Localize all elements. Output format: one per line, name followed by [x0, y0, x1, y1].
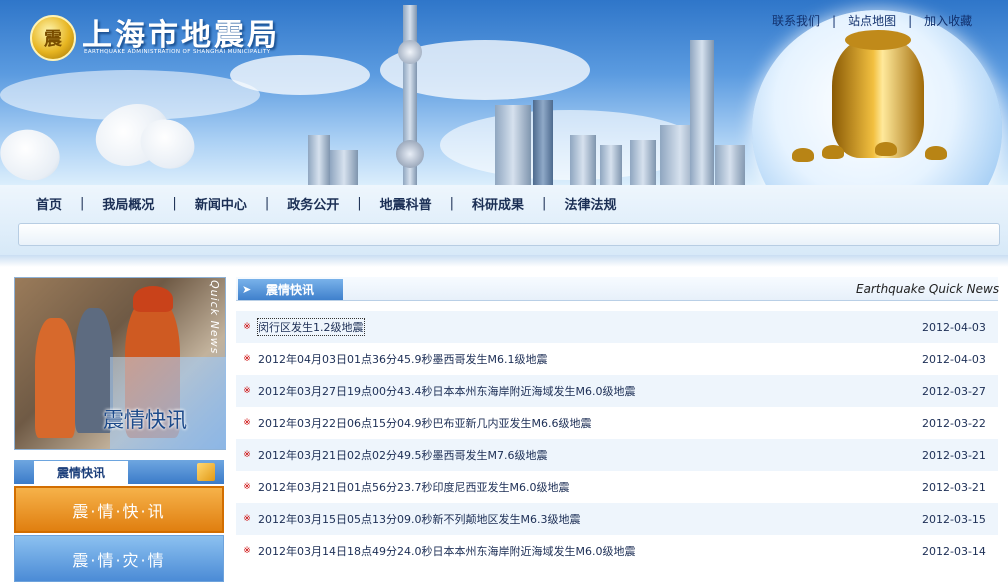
bullet-icon: ※: [243, 482, 251, 492]
rescuer-figure: [35, 318, 75, 438]
site-subtitle: EARTHQUAKE ADMINISTRATION OF SHANGHAI MU…: [84, 49, 271, 55]
nav-item-government[interactable]: 政务公开: [281, 194, 345, 213]
sidebar-tab-quick-news[interactable]: 震情快讯: [34, 461, 128, 484]
emblem-logo[interactable]: 震: [30, 15, 76, 61]
news-date: 2012-03-14: [922, 544, 986, 558]
add-favorite-link[interactable]: 加入收藏: [924, 12, 972, 29]
bullet-icon: ※: [243, 450, 251, 460]
list-item: ※ 2012年03月21日01点56分23.7秒印度尼西亚发生M6.0级地震 2…: [236, 471, 998, 503]
image-overlay: [110, 357, 226, 449]
news-date: 2012-03-21: [922, 480, 986, 494]
arrow-icon: ➤: [242, 283, 252, 296]
list-item: ※ 闵行区发生1.2级地震 2012-04-03: [236, 311, 998, 343]
nav-item-home[interactable]: 首页: [30, 194, 68, 213]
separator: |: [357, 196, 362, 211]
news-date: 2012-04-03: [922, 352, 986, 366]
news-header-label: 震情快讯: [266, 283, 315, 297]
nav-item-about[interactable]: 我局概况: [96, 194, 160, 213]
building: [308, 135, 330, 185]
building: [715, 145, 745, 185]
news-date: 2012-04-03: [922, 320, 986, 334]
emblem-glyph: 震: [44, 29, 62, 50]
nav-item-research[interactable]: 科研成果: [466, 194, 530, 213]
bullet-icon: ※: [243, 514, 251, 524]
bullet-icon: ※: [243, 354, 251, 364]
nav-item-law[interactable]: 法律法规: [558, 194, 622, 213]
news-title-link[interactable]: 2012年03月22日06点15分04.9秒巴布亚新几内亚发生M6.6级地震: [258, 415, 922, 431]
news-header-english: Earthquake Quick News: [856, 282, 1000, 296]
news-title-link[interactable]: 2012年03月27日19点00分43.4秒日本本州东海岸附近海域发生M6.0级…: [258, 383, 922, 399]
building: [495, 105, 531, 185]
seismoscope-lid: [845, 30, 911, 50]
toad-figure: [925, 146, 947, 160]
news-title-link[interactable]: 2012年04月03日01点36分45.9秒墨西哥发生M6.1级地震: [258, 351, 922, 367]
news-date: 2012-03-15: [922, 512, 986, 526]
disaster-info-button[interactable]: 震·情·灾·情: [14, 535, 224, 582]
header-divider: [0, 255, 1008, 267]
top-links: 联系我们 | 站点地图 | 加入收藏: [772, 12, 972, 29]
building: [533, 100, 553, 185]
quick-news-vertical-text: Quick News: [208, 280, 221, 355]
nav-item-news[interactable]: 新闻中心: [189, 194, 253, 213]
quick-news-caption: 震情快讯: [103, 408, 187, 432]
separator: |: [172, 196, 177, 211]
site-title: 上海市地震局: [82, 18, 280, 53]
toad-figure: [792, 148, 814, 162]
list-item: ※ 2012年03月27日19点00分43.4秒日本本州东海岸附近海域发生M6.…: [236, 375, 998, 407]
building: [630, 140, 656, 185]
sub-nav-bar: [18, 223, 1000, 246]
list-item: ※ 2012年03月14日18点49分24.0秒日本本州东海岸附近海域发生M6.…: [236, 535, 998, 567]
news-date: 2012-03-21: [922, 448, 986, 462]
building: [330, 150, 358, 185]
bullet-icon: ※: [243, 418, 251, 428]
main-nav: 首页 | 我局概况 | 新闻中心 | 政务公开 | 地震科普 | 科研成果 | …: [30, 194, 622, 213]
separator: |: [264, 196, 270, 211]
toad-figure: [875, 142, 897, 156]
news-title-link[interactable]: 闵行区发生1.2级地震: [257, 318, 365, 336]
bullet-icon: ※: [243, 322, 251, 332]
toad-figure: [822, 145, 844, 159]
separator: |: [449, 196, 455, 211]
list-item: ※ 2012年03月21日02点02分49.5秒墨西哥发生M7.6级地震 201…: [236, 439, 998, 471]
list-item: ※ 2012年03月15日05点13分09.0秒新不列颠地区发生M6.3级地震 …: [236, 503, 998, 535]
nav-item-science[interactable]: 地震科普: [374, 194, 438, 213]
news-title-link[interactable]: 2012年03月14日18点49分24.0秒日本本州东海岸附近海域发生M6.0级…: [258, 543, 922, 559]
bullet-icon: ※: [243, 386, 251, 396]
helmet: [133, 286, 173, 312]
news-title-link[interactable]: 2012年03月15日05点13分09.0秒新不列颠地区发生M6.3级地震: [258, 511, 922, 527]
list-item: ※ 2012年03月22日06点15分04.9秒巴布亚新几内亚发生M6.6级地震…: [236, 407, 998, 439]
building: [690, 40, 714, 185]
building: [600, 145, 622, 185]
news-title-link[interactable]: 2012年03月21日01点56分23.7秒印度尼西亚发生M6.0级地震: [258, 479, 922, 495]
quick-news-button[interactable]: 震·情·快·讯: [14, 486, 224, 533]
separator: |: [542, 196, 547, 211]
tower-sphere: [396, 140, 424, 168]
separator: |: [908, 13, 913, 28]
tower-sphere: [398, 40, 422, 64]
news-date: 2012-03-27: [922, 384, 986, 398]
news-date: 2012-03-22: [922, 416, 986, 430]
sitemap-link[interactable]: 站点地图: [848, 12, 896, 29]
magnolia-flower: [0, 123, 66, 185]
separator: |: [80, 196, 85, 211]
news-list: ※ 闵行区发生1.2级地震 2012-04-03 ※ 2012年04月03日01…: [236, 311, 998, 567]
news-title-link[interactable]: 2012年03月21日02点02分49.5秒墨西哥发生M7.6级地震: [258, 447, 922, 463]
separator: |: [832, 13, 837, 28]
contact-link[interactable]: 联系我们: [772, 12, 820, 29]
building: [570, 135, 596, 185]
bullet-icon: ※: [243, 546, 251, 556]
list-item: ※ 2012年04月03日01点36分45.9秒墨西哥发生M6.1级地震 201…: [236, 343, 998, 375]
book-icon: [197, 463, 215, 481]
seismoscope-graphic: [832, 38, 924, 158]
